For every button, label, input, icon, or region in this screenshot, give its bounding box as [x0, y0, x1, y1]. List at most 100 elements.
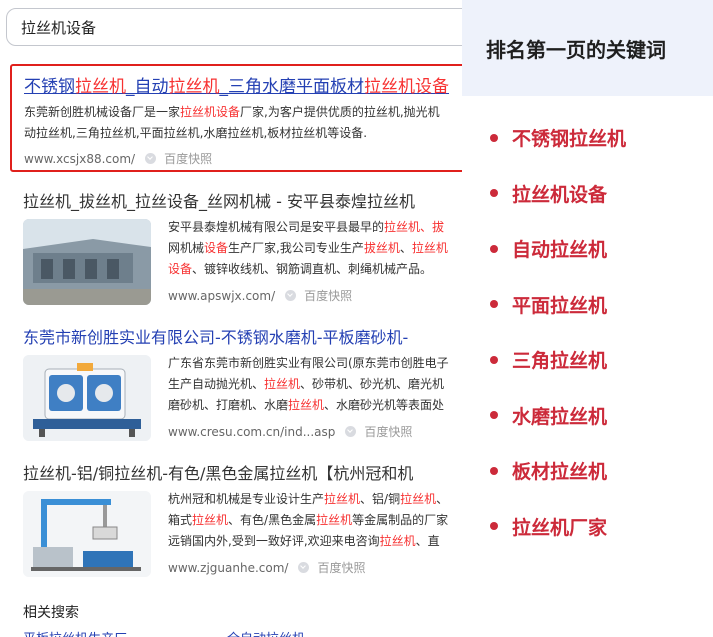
text-segment: 杭州冠和机械是专业设计生产	[168, 492, 325, 506]
snippet-line: 设备、镀锌收线机、钢筋调直机、刺绳机械产品。	[168, 259, 462, 280]
text-segment: 动拉丝机,三角拉丝机,平面拉丝机,水磨拉丝机,板材拉丝机等设备.	[24, 126, 368, 140]
text-segment: 、直	[415, 534, 440, 548]
keyword-item: 三角拉丝机	[490, 332, 626, 388]
snippet-line: 磨砂机、打磨机、水磨拉丝机、水磨砂光机等表面处	[168, 395, 462, 416]
result-snippet: 安平县泰煌机械有限公司是安平县最早的拉丝机、拔 网机械设备生产厂家,我公司专业生产…	[168, 217, 462, 280]
keyword-item: 自动拉丝机	[490, 221, 626, 277]
text-segment: 远销国内外,受到一致好评,欢迎来电咨询	[168, 534, 380, 548]
highlighted-term: 拉丝机	[75, 77, 126, 97]
snippet-line: 网机械设备生产厂家,我公司专业生产拔丝机、拉丝机	[168, 238, 462, 259]
result-meta: www.cresu.com.cn/ind...asp 百度快照	[168, 423, 462, 440]
bullet-icon	[490, 522, 498, 531]
highlighted-term: 、拔	[420, 220, 445, 234]
highlighted-term: 拉丝机	[288, 398, 325, 412]
panel-header: 排名第一页的关键词	[462, 0, 713, 96]
highlighted-term: 拉丝机	[192, 513, 229, 527]
keyword-item: 平面拉丝机	[490, 277, 626, 333]
result-snippet: 广东省东莞市新创胜实业有限公司(原东莞市创胜电子 生产自动抛光机、拉丝机、砂带机、…	[168, 353, 462, 416]
text-segment: -有色/黑色金属	[162, 464, 270, 483]
keyword-text: 水磨拉丝机	[512, 405, 608, 428]
highlighted-term: 拉丝机	[400, 492, 437, 506]
keyword-text: 板材拉丝机	[512, 461, 608, 484]
result-title-link[interactable]: 不锈钢拉丝机_自动拉丝机_三角水磨平面板材拉丝机设备	[24, 76, 449, 98]
result-site-url[interactable]: www.apswjx.com/	[168, 289, 275, 303]
text-segment: 网机械	[168, 241, 205, 255]
snippet-line: 东莞新创胜机械设备厂是一家拉丝机设备厂家,为客户提供优质的拉丝机,抛光机	[24, 102, 462, 123]
cache-link[interactable]: 百度快照	[317, 559, 365, 576]
keyword-text: 三角拉丝机	[512, 350, 608, 373]
text-segment: 东莞市新创胜实业有限公司-不锈钢水磨机-平板磨砂机-	[23, 328, 409, 347]
highlighted-term: 拉丝机	[269, 464, 318, 483]
text-segment: 东莞新创胜机械设备厂是一家	[24, 105, 181, 119]
snippet-line: 远销国内外,受到一致好评,欢迎来电咨询拉丝机、直	[168, 531, 462, 552]
result-title-link[interactable]: 拉丝机_拔丝机_拉丝设备_丝网机械 - 安平县泰煌拉丝机	[23, 188, 462, 212]
cache-link[interactable]: 百度快照	[364, 423, 412, 440]
verified-check-icon	[145, 153, 157, 164]
text-segment: 、镀锌收线机、钢筋调直机、刺绳机械产品。	[192, 262, 433, 276]
highlighted-term: 拉丝机	[114, 464, 163, 483]
related-search-link[interactable]: 全自动拉丝机	[227, 628, 305, 637]
snippet-line: 杭州冠和机械是专业设计生产拉丝机、铝/铜拉丝机、	[168, 489, 462, 510]
text-segment: _丝网机械 - 安平县泰煌	[199, 192, 367, 211]
text-segment: 、砂带机、砂光机、磨光机	[300, 377, 445, 391]
snippet-line: 广东省东莞市新创胜实业有限公司(原东莞市创胜电子	[168, 353, 462, 374]
text-segment: 、	[399, 241, 412, 255]
related-searches-label: 相关搜索	[23, 605, 79, 621]
highlighted-term: 拉丝机	[168, 77, 220, 97]
result-thumbnail-machine[interactable]	[23, 355, 151, 441]
highlighted-term: 拉丝机	[411, 241, 448, 255]
text-segment: -铝/铜	[71, 464, 115, 483]
highlighted-term: 拉丝机	[316, 513, 353, 527]
result-meta: www.zjguanhe.com/ 百度快照	[168, 559, 462, 576]
bullet-icon	[490, 355, 498, 364]
text-segment: _三角水磨平面板材	[219, 77, 365, 97]
text-segment: _自动	[126, 77, 169, 97]
highlighted-term: 拉丝机设备	[180, 105, 241, 119]
cache-link[interactable]: 百度快照	[304, 287, 352, 304]
result-snippet: 东莞新创胜机械设备厂是一家拉丝机设备厂家,为客户提供优质的拉丝机,抛光机动拉丝机…	[24, 102, 462, 144]
result-title-link[interactable]: 东莞市新创胜实业有限公司-不锈钢水磨机-平板磨砂机-	[23, 324, 462, 348]
text-segment: 、有色/黑色金属	[228, 513, 317, 527]
keyword-panel: 排名第一页的关键词 不锈钢拉丝机 拉丝机设备 自动拉丝机 平面拉丝机 三角拉丝机…	[462, 0, 713, 637]
highlighted-term: 拉丝机	[384, 220, 421, 234]
result-thumbnail-wire-machine[interactable]	[23, 491, 151, 577]
highlighted-term: 拉丝机	[264, 377, 301, 391]
highlighted-term: _拔丝机	[71, 192, 128, 211]
text-segment: 箱式	[168, 513, 193, 527]
bullet-icon	[490, 300, 498, 309]
keyword-text: 不锈钢拉丝机	[512, 128, 627, 151]
keyword-text: 平面拉丝机	[512, 294, 608, 317]
snippet-line: 动拉丝机,三角拉丝机,平面拉丝机,水磨拉丝机,板材拉丝机等设备.	[24, 123, 462, 144]
result-title-link[interactable]: 拉丝机-铝/铜拉丝机-有色/黑色金属拉丝机【杭州冠和机	[23, 460, 462, 484]
bullet-icon	[490, 133, 498, 142]
result-thumbnail-factory[interactable]	[23, 219, 151, 305]
highlighted-term: 拉丝机	[23, 464, 72, 483]
text-segment: 【杭州冠和机	[317, 464, 414, 483]
keyword-item: 拉丝机设备	[490, 166, 626, 222]
result-meta: www.apswjx.com/ 百度快照	[168, 287, 462, 304]
result-site-url[interactable]: www.cresu.com.cn/ind...asp	[168, 425, 335, 439]
result-site-url[interactable]: www.xcsjx88.com/	[24, 152, 135, 166]
related-searches-list: 平板拉丝机生产厂 全自动拉丝机	[23, 628, 305, 637]
bullet-icon	[490, 189, 498, 198]
text-segment: 安平县泰煌机械有限公司是安平县最早的	[168, 220, 385, 234]
bullet-icon	[490, 466, 498, 475]
highlighted-term: _拉丝设备	[127, 192, 200, 211]
text-segment: 、水磨砂光机等表面处	[324, 398, 445, 412]
search-input[interactable]: 拉丝机设备	[6, 8, 462, 46]
highlighted-term: 拉丝机	[367, 192, 416, 211]
result-site-url[interactable]: www.zjguanhe.com/	[168, 561, 288, 575]
keyword-item: 板材拉丝机	[490, 443, 626, 499]
cache-link[interactable]: 百度快照	[164, 150, 212, 167]
related-search-link[interactable]: 平板拉丝机生产厂	[23, 628, 127, 637]
text-segment: 、	[436, 492, 449, 506]
text-segment: 生产自动抛光机、	[168, 377, 265, 391]
keyword-item: 拉丝机厂家	[490, 499, 626, 555]
highlighted-term: 拉丝机	[23, 192, 72, 211]
highlighted-term: 拉丝机	[379, 534, 416, 548]
keyword-text: 自动拉丝机	[512, 239, 608, 262]
panel-title: 排名第一页的关键词	[486, 38, 666, 62]
text-segment: 等金属制品的厂家	[352, 513, 449, 527]
highlighted-term: 设备	[168, 262, 193, 276]
verified-check-icon	[345, 426, 357, 437]
